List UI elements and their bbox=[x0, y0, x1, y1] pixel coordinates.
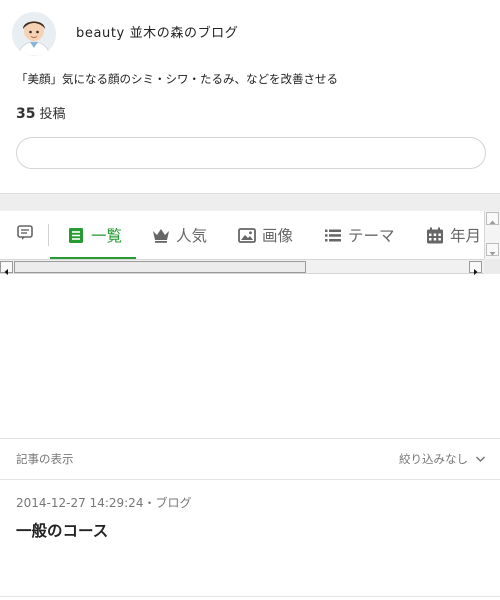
vertical-scrollbar[interactable] bbox=[484, 211, 500, 259]
post-count: 35 投稿 bbox=[16, 103, 66, 122]
tab-images[interactable]: 画像 bbox=[237, 211, 293, 259]
scroll-left-button[interactable] bbox=[0, 261, 13, 275]
tab-navigation-frame: 一覧 人気 画像 テーマ 年月 bbox=[0, 211, 500, 275]
filter-bar: 記事の表示 絞り込みなし bbox=[0, 438, 500, 480]
tab-divider bbox=[48, 224, 49, 246]
article-meta: 2014-12-27 14:29:24・ブログ bbox=[16, 496, 192, 510]
arrow-down-icon bbox=[489, 252, 496, 256]
filter-label: 記事の表示 bbox=[16, 452, 74, 466]
comment-icon bbox=[16, 224, 34, 246]
tab-label: 一覧 bbox=[91, 227, 123, 245]
tab-label: 年月 bbox=[450, 227, 482, 245]
blog-description: 「美顔」気になる顔のシミ・シワ・たるみ、などを改善させる bbox=[16, 72, 338, 86]
menu-icon bbox=[323, 225, 343, 245]
blog-page: beauty 並木の森のブログ 「美顔」気になる顔のシミ・シワ・たるみ、などを改… bbox=[0, 0, 500, 600]
author-avatar[interactable] bbox=[12, 12, 56, 56]
blog-search-input[interactable] bbox=[16, 137, 486, 169]
filter-select[interactable]: 絞り込みなし bbox=[399, 451, 486, 467]
scroll-up-button[interactable] bbox=[486, 212, 499, 225]
article-list-item[interactable]: 2014-12-27 14:29:24・ブログ 一般のコース bbox=[0, 480, 500, 597]
post-count-number: 35 bbox=[16, 106, 36, 122]
blog-profile-header: beauty 並木の森のブログ 「美顔」気になる顔のシミ・シワ・たるみ、などを改… bbox=[0, 0, 500, 193]
scroll-down-button[interactable] bbox=[486, 243, 499, 256]
tab-label: 画像 bbox=[262, 227, 294, 245]
tab-label: テーマ bbox=[348, 227, 395, 245]
horizontal-scroll-thumb[interactable] bbox=[14, 261, 306, 273]
chevron-down-icon bbox=[475, 455, 486, 463]
article-title[interactable]: 一般のコース bbox=[16, 519, 108, 541]
tab-label: 人気 bbox=[176, 227, 208, 245]
blog-title[interactable]: beauty 並木の森のブログ bbox=[76, 22, 238, 41]
scrollbar-corner bbox=[484, 259, 500, 274]
tab-archive[interactable]: 年月 bbox=[425, 211, 481, 259]
tab-popular[interactable]: 人気 bbox=[151, 211, 207, 259]
section-separator bbox=[0, 193, 500, 211]
image-icon bbox=[237, 225, 257, 245]
calendar-icon bbox=[425, 225, 445, 245]
list-icon bbox=[66, 225, 86, 245]
content-area bbox=[0, 275, 500, 438]
tab-list[interactable]: 一覧 bbox=[49, 211, 137, 259]
tab-bar: 一覧 人気 画像 テーマ 年月 bbox=[0, 211, 484, 259]
crown-icon bbox=[151, 225, 171, 245]
filter-selected-value: 絞り込みなし bbox=[399, 452, 468, 466]
scroll-right-button[interactable] bbox=[469, 261, 482, 275]
tab-comments[interactable] bbox=[14, 224, 36, 246]
post-count-label: 投稿 bbox=[39, 107, 66, 122]
tab-themes[interactable]: テーマ bbox=[323, 211, 395, 259]
horizontal-scrollbar[interactable] bbox=[0, 259, 484, 275]
arrow-up-icon bbox=[489, 220, 496, 224]
